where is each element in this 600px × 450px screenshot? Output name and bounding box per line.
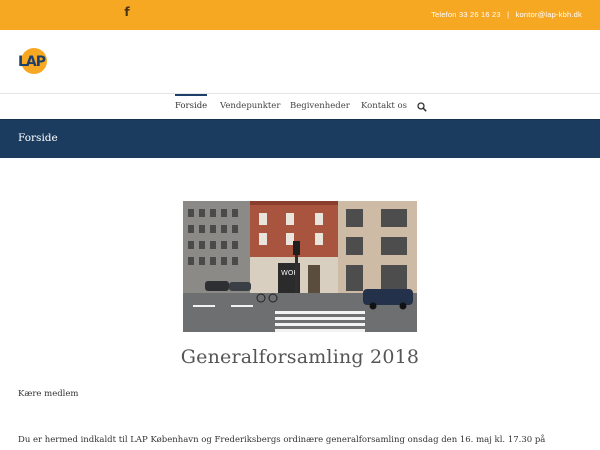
email-link[interactable]: kontor@lap-kbh.dk <box>516 10 582 19</box>
top-bar: f Telefon 33 26 16 23 | kontor@lap-kbh.d… <box>0 0 600 30</box>
search-icon[interactable] <box>417 102 427 112</box>
post-title: Generalforsamling 2018 <box>180 346 420 368</box>
nav-item-forside[interactable]: Forside <box>175 94 208 119</box>
facebook-icon[interactable]: f <box>122 5 132 19</box>
contact-separator: | <box>507 10 510 19</box>
page-title-banner: Forside <box>0 119 600 158</box>
nav-item-begivenheder[interactable]: Begivenheder <box>290 94 350 119</box>
lap-logo[interactable]: LAP <box>17 47 49 75</box>
site-header: LAP <box>0 30 600 94</box>
nav-item-kontakt-os[interactable]: Kontakt os <box>361 94 407 119</box>
phone-text: Telefon 33 26 16 23 <box>431 10 501 19</box>
post-body-text: Du er hermed indkaldt til LAP København … <box>18 435 546 445</box>
main-navigation: Forside Vendepunkter Begivenheder Kontak… <box>0 94 600 119</box>
post-greeting: Kære medlem <box>18 389 79 399</box>
nav-item-vendepunkter[interactable]: Vendepunkter <box>220 94 280 119</box>
page-title: Forside <box>18 132 58 144</box>
contact-info: Telefon 33 26 16 23 | kontor@lap-kbh.dk <box>431 10 582 19</box>
logo-text: LAP <box>18 54 46 70</box>
post-featured-image: WOK <box>183 201 417 332</box>
